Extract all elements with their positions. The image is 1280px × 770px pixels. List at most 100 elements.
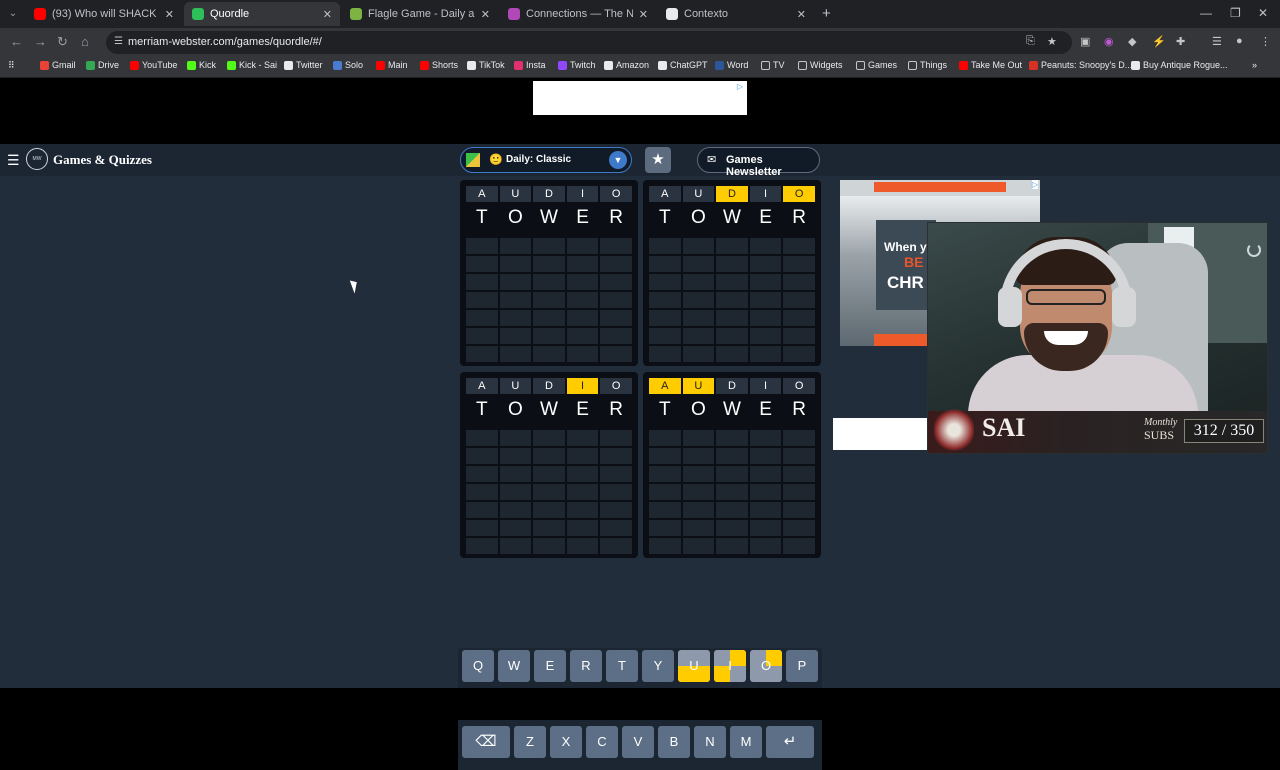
- forward-icon[interactable]: →: [34, 34, 47, 49]
- home-icon[interactable]: ⌂: [81, 34, 89, 49]
- bookmark-chatgpt[interactable]: ChatGPT: [658, 60, 708, 70]
- key-m[interactable]: M: [730, 726, 762, 758]
- adchoices-icon[interactable]: ▷: [1031, 180, 1038, 189]
- flagle-favicon-icon: [350, 8, 362, 20]
- tab-flagle[interactable]: Flagle Game - Daily and Unlimi ✕: [342, 2, 498, 26]
- extensions-puzzle-icon[interactable]: ✚: [1176, 35, 1185, 48]
- key-n[interactable]: N: [694, 726, 726, 758]
- bookmark-things-folder[interactable]: Things: [908, 60, 947, 70]
- close-window-icon[interactable]: ✕: [1258, 6, 1268, 20]
- empty-tile: [682, 466, 715, 482]
- extension-icon[interactable]: ⚡: [1152, 35, 1166, 48]
- extension-icon[interactable]: ▣: [1080, 35, 1090, 48]
- bookmark-amazon[interactable]: Amazon: [604, 60, 649, 70]
- bookmark-tiktok[interactable]: TikTok: [467, 60, 505, 70]
- bookmark-twitch[interactable]: Twitch: [558, 60, 596, 70]
- minimize-icon[interactable]: —: [1200, 6, 1212, 20]
- empty-tile: [649, 430, 681, 446]
- key-w[interactable]: W: [498, 650, 530, 682]
- bookmark-antique[interactable]: Buy Antique Rogue...: [1131, 60, 1228, 70]
- tab-connections[interactable]: Connections — The New York T ✕: [500, 2, 656, 26]
- close-tab-icon[interactable]: ✕: [165, 8, 174, 21]
- empty-guess-row: [649, 448, 815, 464]
- tab-youtube[interactable]: (93) Who will SHACK UP on the ✕: [26, 2, 182, 26]
- game-mode-dropdown[interactable]: 🙂 Daily: Classic ▼: [460, 147, 632, 173]
- bookmark-shorts[interactable]: Shorts: [420, 60, 458, 70]
- install-app-icon[interactable]: ⎘: [1026, 35, 1035, 48]
- bookmark-peanuts[interactable]: Peanuts: Snoopy's D...: [1029, 60, 1132, 70]
- extension-icon[interactable]: ◉: [1104, 35, 1114, 48]
- key-u[interactable]: U: [678, 650, 710, 682]
- top-banner-ad[interactable]: ▷: [533, 81, 747, 115]
- new-tab-icon[interactable]: +: [822, 5, 831, 22]
- address-bar[interactable]: ☰ merriam-webster.com/games/quordle/#/: [106, 31, 1072, 54]
- close-tab-icon[interactable]: ✕: [323, 8, 332, 21]
- extension-icon[interactable]: ◆: [1128, 35, 1136, 48]
- profile-avatar-icon[interactable]: ●: [1236, 35, 1243, 47]
- key-v[interactable]: V: [622, 726, 654, 758]
- key-q[interactable]: Q: [462, 650, 494, 682]
- bookmark-games-folder[interactable]: Games: [856, 60, 897, 70]
- bookmark-widgets-folder[interactable]: Widgets: [798, 60, 843, 70]
- empty-tile: [682, 502, 715, 518]
- reload-icon[interactable]: ↻: [57, 34, 68, 50]
- merriam-webster-logo[interactable]: MW: [26, 148, 48, 170]
- site-title[interactable]: Games & Quizzes: [53, 152, 152, 168]
- favorites-star-button[interactable]: ★: [645, 147, 671, 173]
- bookmark-label: Games: [868, 60, 898, 70]
- key-p[interactable]: P: [786, 650, 818, 682]
- adchoices-icon[interactable]: ▷: [737, 82, 743, 91]
- empty-tile: [649, 238, 681, 254]
- bookmark-word[interactable]: Word: [715, 60, 748, 70]
- tab-search-icon[interactable]: ⌄: [4, 5, 22, 23]
- bookmark-drive[interactable]: Drive: [86, 60, 119, 70]
- close-tab-icon[interactable]: ✕: [639, 8, 648, 21]
- bookmark-tv-folder[interactable]: TV: [761, 60, 785, 70]
- bookmark-star-icon[interactable]: ★: [1047, 35, 1057, 48]
- bookmark-main[interactable]: Main: [376, 60, 408, 70]
- bookmark-label: Kick - Sai: [239, 60, 278, 70]
- backspace-key[interactable]: ⌫: [462, 726, 510, 758]
- key-r[interactable]: R: [570, 650, 602, 682]
- bookmark-gmail[interactable]: Gmail: [40, 60, 76, 70]
- tab-contexto[interactable]: Contexto ✕: [658, 2, 814, 26]
- key-y[interactable]: Y: [642, 650, 674, 682]
- bookmark-kick[interactable]: Kick: [187, 60, 216, 70]
- games-newsletter-button[interactable]: ✉ Games Newsletter: [697, 147, 820, 178]
- apps-icon[interactable]: ⠿: [8, 60, 15, 71]
- tab-quordle[interactable]: Quordle ✕: [184, 2, 340, 26]
- reading-list-icon[interactable]: ☰: [1212, 35, 1222, 48]
- empty-tile: [716, 502, 748, 518]
- bookmark-solo[interactable]: Solo: [333, 60, 363, 70]
- restore-icon[interactable]: ❐: [1230, 6, 1241, 20]
- empty-tile: [783, 484, 815, 500]
- bookmark-take-me-out[interactable]: Take Me Out: [959, 60, 1022, 70]
- key-e[interactable]: E: [534, 650, 566, 682]
- bookmark-twitter[interactable]: Twitter: [284, 60, 323, 70]
- key-i[interactable]: I: [714, 650, 746, 682]
- close-tab-icon[interactable]: ✕: [481, 8, 490, 21]
- letter-tile: A: [466, 186, 498, 202]
- enter-key[interactable]: ↵: [766, 726, 814, 758]
- more-bookmarks-icon[interactable]: »: [1252, 60, 1257, 70]
- key-label: O: [760, 658, 772, 673]
- key-c[interactable]: C: [586, 726, 618, 758]
- key-label: P: [797, 658, 807, 673]
- close-tab-icon[interactable]: ✕: [797, 8, 806, 21]
- back-icon[interactable]: ←: [10, 34, 23, 49]
- bookmark-kick-sai[interactable]: Kick - Sai: [227, 60, 277, 70]
- key-o[interactable]: O: [750, 650, 782, 682]
- key-b[interactable]: B: [658, 726, 690, 758]
- letter-tile: E: [576, 207, 589, 228]
- site-info-icon[interactable]: ☰: [114, 36, 123, 47]
- empty-tile: [716, 274, 748, 290]
- key-t[interactable]: T: [606, 650, 638, 682]
- bookmark-youtube[interactable]: YouTube: [130, 60, 177, 70]
- key-z[interactable]: Z: [514, 726, 546, 758]
- bookmark-insta[interactable]: Insta: [514, 60, 546, 70]
- empty-tile: [499, 466, 532, 482]
- hamburger-menu-icon[interactable]: ☰: [7, 152, 20, 169]
- empty-guess-row: [466, 466, 632, 482]
- menu-icon[interactable]: ⋮: [1260, 35, 1271, 48]
- key-x[interactable]: X: [550, 726, 582, 758]
